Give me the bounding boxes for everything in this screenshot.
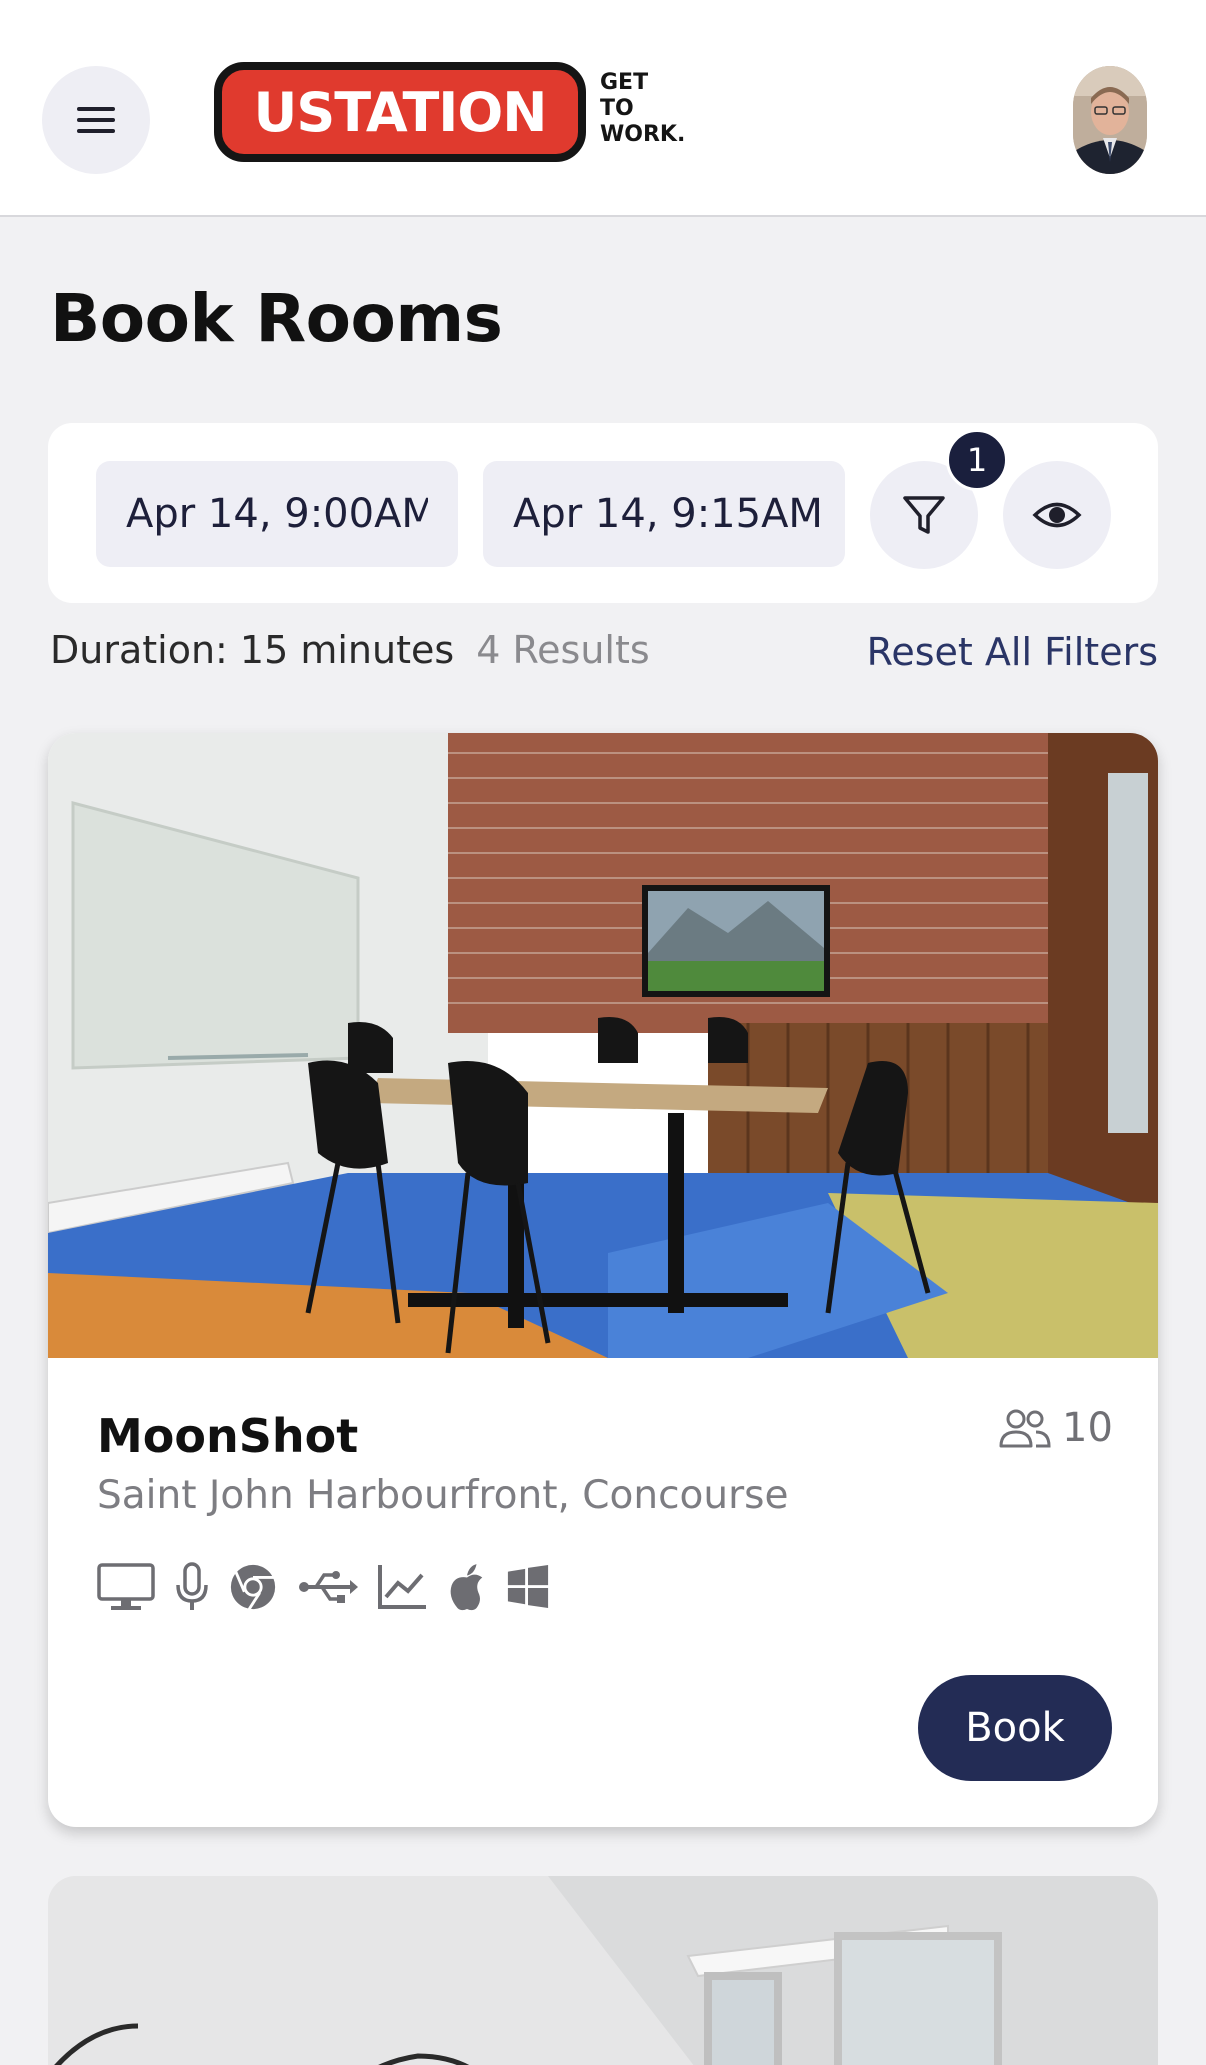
start-datetime-field[interactable]: Apr 14, 9:00AM [96,461,458,567]
eye-icon [1032,502,1082,528]
user-photo [1073,66,1147,174]
view-toggle-button[interactable] [1003,461,1111,569]
end-datetime-field[interactable]: Apr 14, 9:15AM [483,461,845,567]
capacity-count: 10 [1062,1405,1113,1451]
room-name: MoonShot [97,1409,359,1463]
amenity-icons [96,1561,550,1613]
room-capacity: 10 [998,1405,1113,1451]
page-title: Book Rooms [50,280,503,357]
reset-filters-link[interactable]: Reset All Filters [838,630,1158,674]
room-location: Saint John Harbourfront, Concourse [97,1473,789,1518]
start-datetime-value: Apr 14, 9:00AM [126,491,428,537]
room-photo [48,733,1158,1358]
book-button[interactable]: Book [918,1675,1112,1781]
menu-button[interactable] [42,66,150,174]
app-header: USTATION GET TO WORK. [0,0,1206,217]
logo-wordmark: USTATION [214,62,586,162]
results-summary: Duration: 15 minutes 4 Results [50,628,650,672]
filter-icon [903,496,945,534]
results-count: 4 Results [476,628,650,672]
duration-text: Duration: 15 minutes [50,628,455,672]
room-photo [48,1876,1158,2065]
windows-icon [506,1561,550,1613]
date-filter-bar: Apr 14, 9:00AM Apr 14, 9:15AM 1 [48,423,1158,603]
usb-icon [296,1561,358,1613]
logo-tagline: GET TO WORK. [600,70,686,147]
ustation-logo[interactable]: USTATION GET TO WORK. [214,58,704,168]
chrome-icon [228,1561,278,1613]
people-icon [999,1409,1051,1448]
hamburger-icon [77,107,115,133]
filter-count-badge: 1 [946,429,1008,491]
end-datetime-value: Apr 14, 9:15AM [513,491,823,537]
room-card[interactable]: MoonShot Saint John Harbourfront, Concou… [48,733,1158,1827]
avatar[interactable] [1073,66,1147,174]
microphone-icon [174,1561,210,1613]
apple-icon [446,1561,488,1613]
room-card[interactable] [48,1876,1158,2065]
chart-icon [376,1561,428,1613]
monitor-icon [96,1561,156,1613]
